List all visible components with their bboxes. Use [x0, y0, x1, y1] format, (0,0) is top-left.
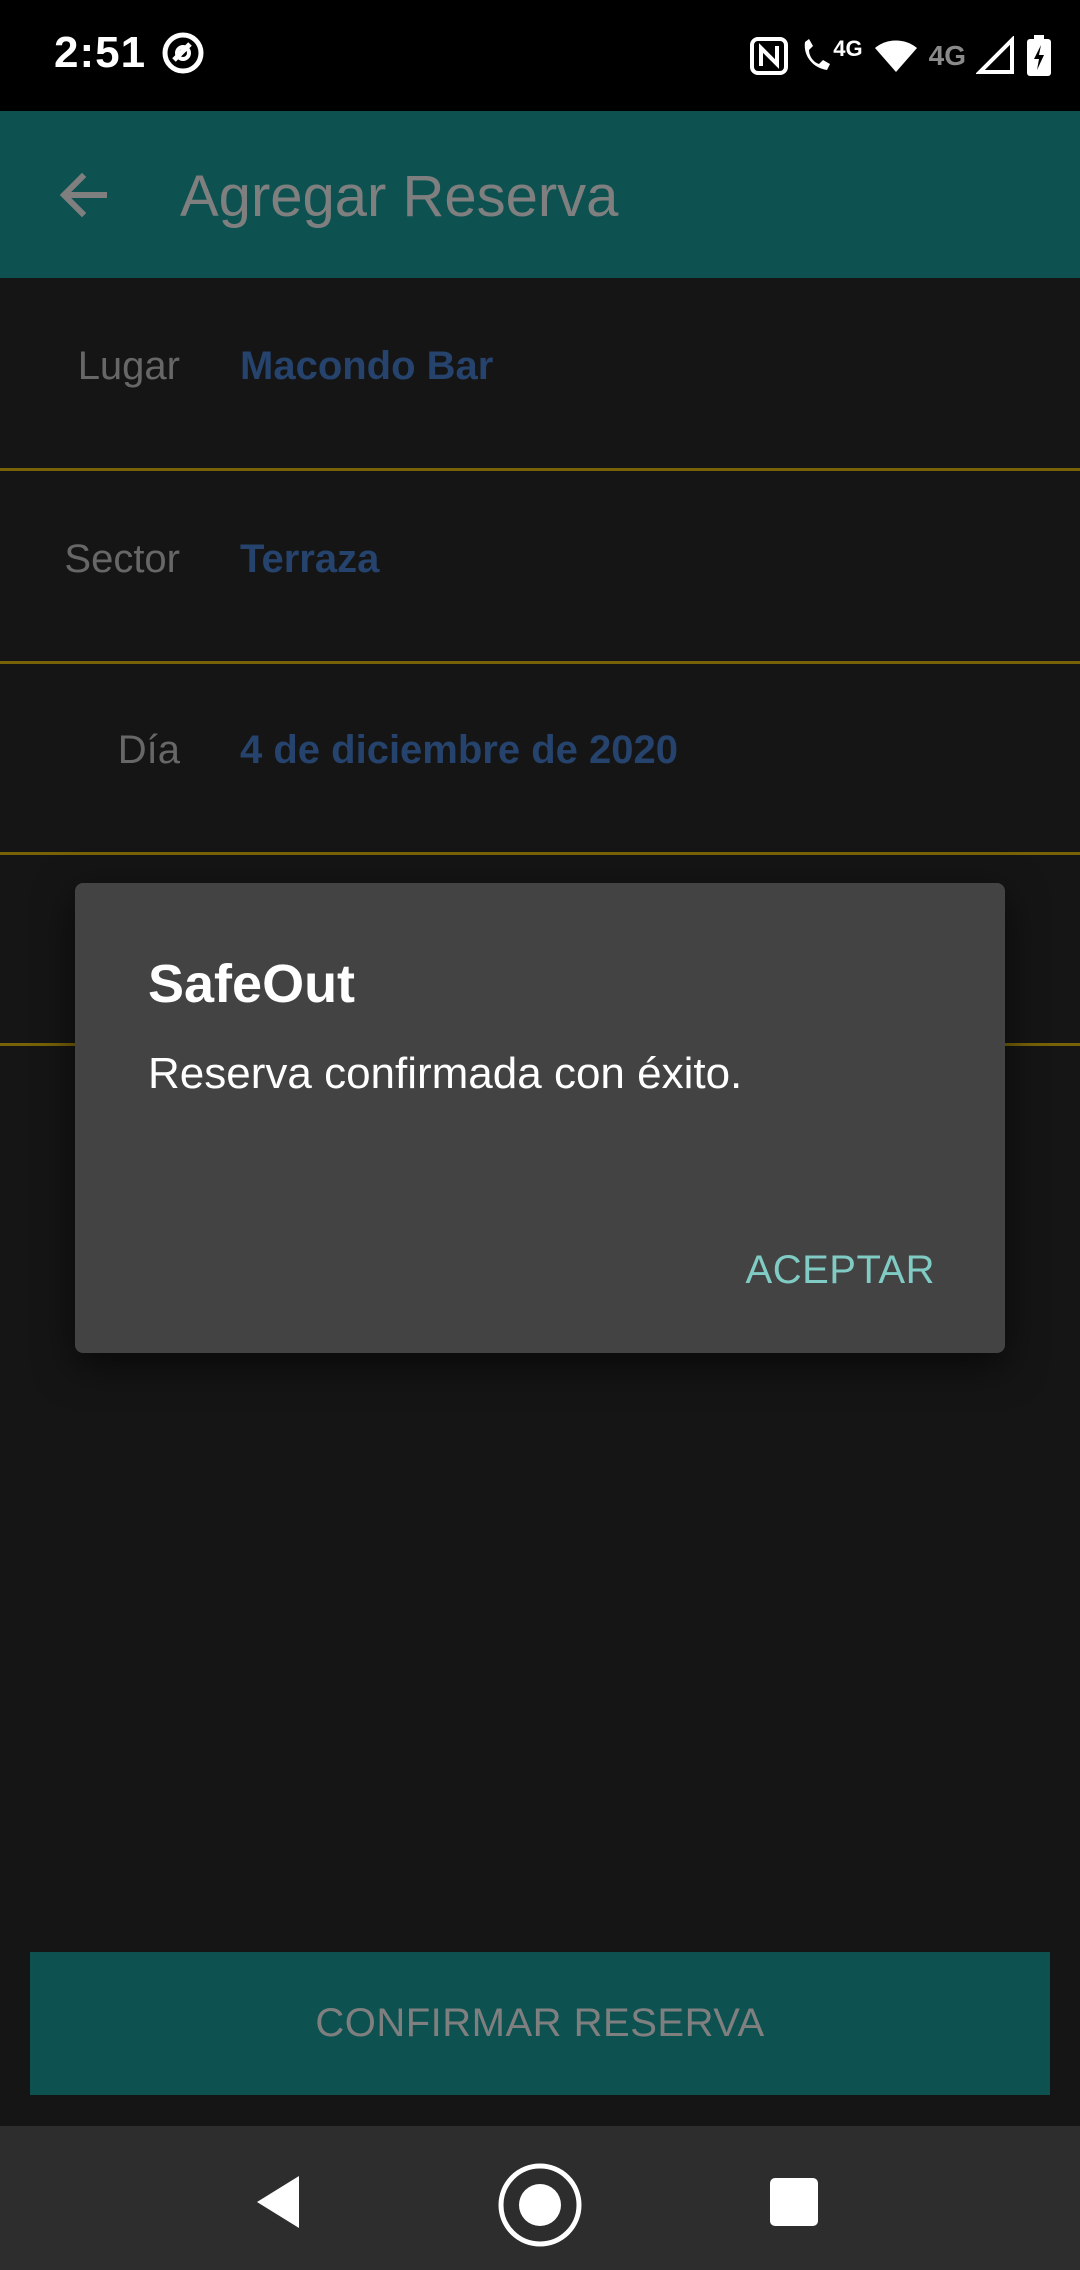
dialog-message: Reserva confirmada con éxito.: [148, 1049, 743, 1098]
volte-call-icon: 4G: [799, 36, 863, 76]
nfc-icon: [749, 36, 789, 76]
network-4g-secondary: 4G: [928, 40, 966, 71]
nav-home-icon[interactable]: [497, 2162, 583, 2253]
signal-icon: [976, 36, 1016, 76]
confirmation-dialog: SafeOut Reserva confirmada con éxito. AC…: [75, 883, 1005, 1353]
battery-charging-icon: [1026, 35, 1052, 77]
nav-recents-icon[interactable]: [770, 2178, 818, 2226]
app-notification-icon: [160, 30, 206, 81]
accept-button[interactable]: ACEPTAR: [746, 1248, 935, 1293]
system-nav-bar: [0, 2126, 1080, 2270]
status-bar: 2:51 4G 4G: [0, 0, 1080, 111]
status-time: 2:51: [54, 28, 147, 77]
nav-back-icon[interactable]: [255, 2174, 303, 2235]
network-4g-label: 4G: [833, 36, 863, 61]
wifi-icon: [873, 36, 919, 76]
dialog-title: SafeOut: [148, 954, 356, 1014]
